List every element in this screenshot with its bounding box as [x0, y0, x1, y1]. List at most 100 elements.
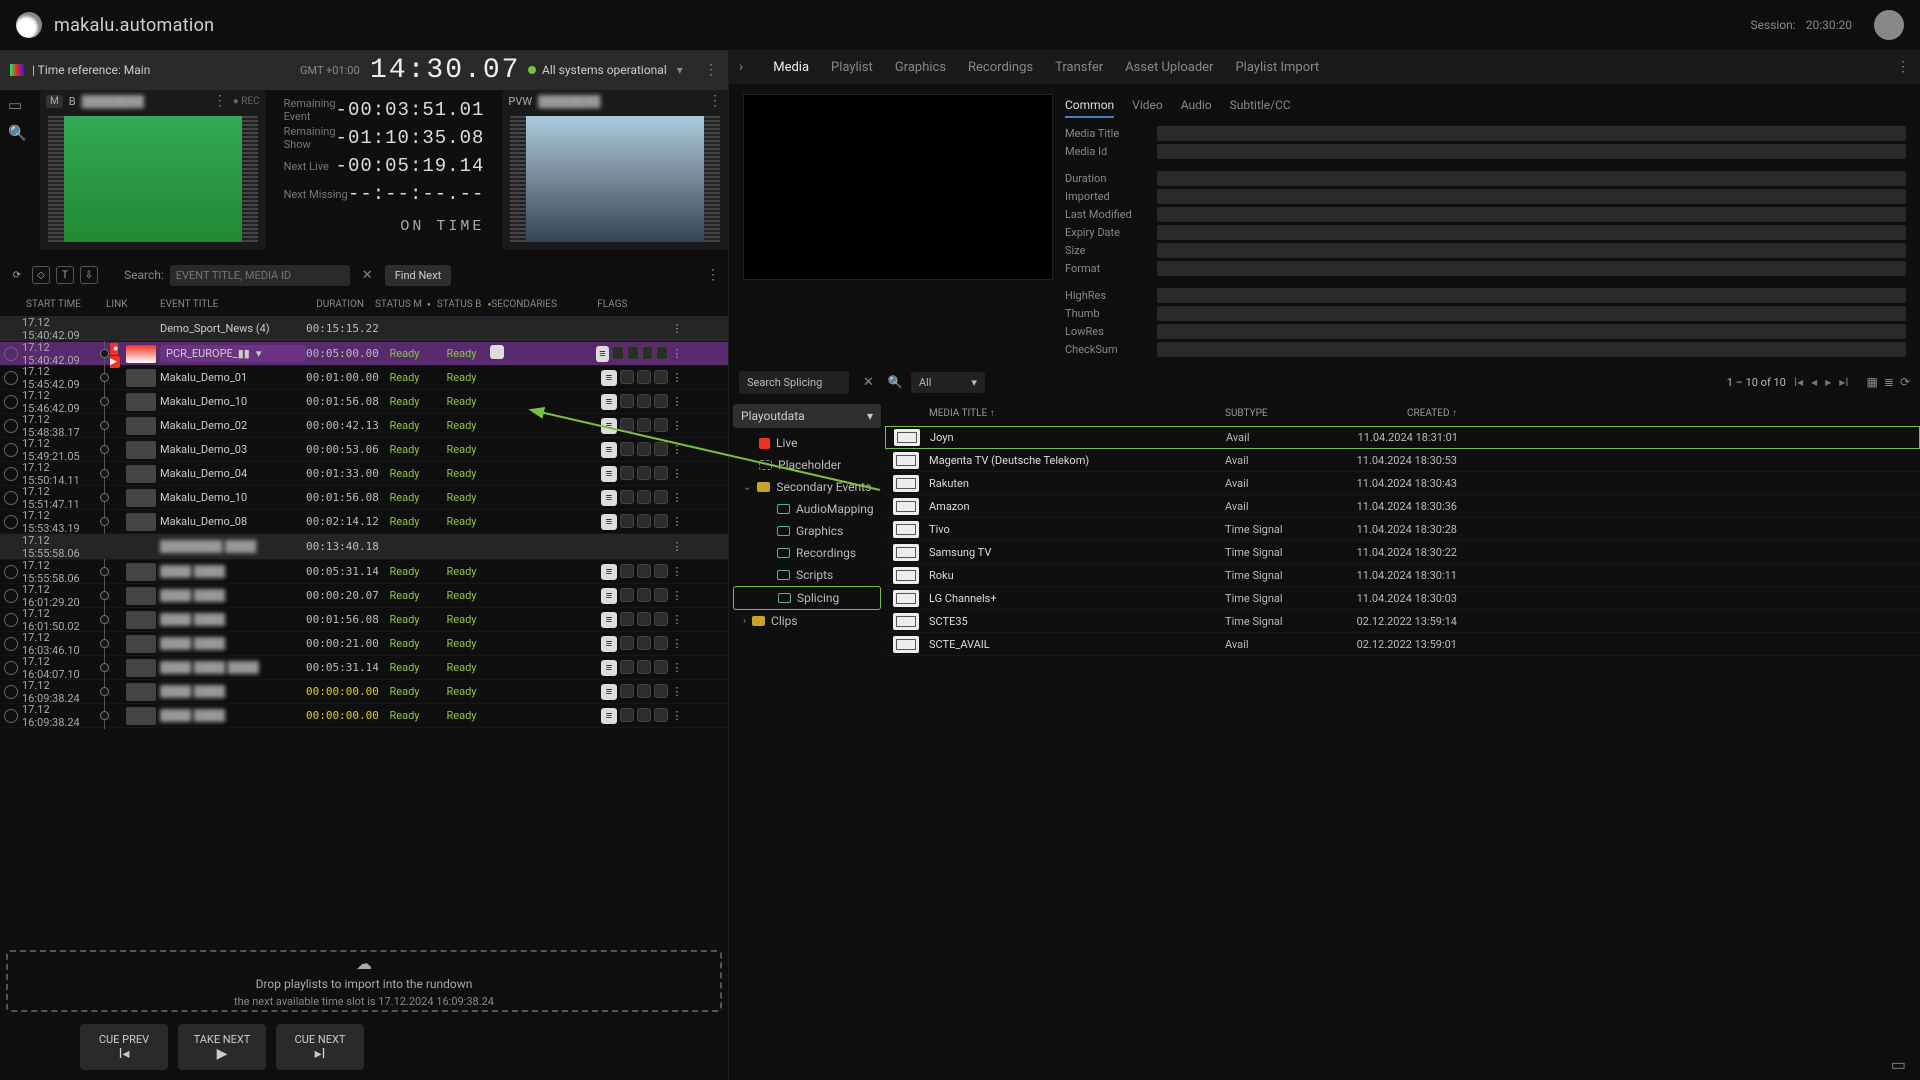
search-input[interactable] [170, 265, 350, 286]
tree-item-clips[interactable]: ›Clips [733, 610, 881, 632]
tab-graphics[interactable]: Graphics [895, 60, 946, 75]
tree-item-placeholder[interactable]: Placeholder [733, 454, 881, 476]
asset-row[interactable]: Magenta TV (Deutsche Telekom)Avail11.04.… [885, 449, 1920, 472]
row-menu-icon[interactable]: ⋮ [668, 443, 686, 456]
metadata-tab-common[interactable]: Common [1065, 98, 1114, 118]
rundown-row[interactable]: 17.12 15:40:42.09● ▶PCR_EUROPE_▮▮00:05:0… [0, 342, 728, 366]
metadata-tab-video[interactable]: Video [1132, 98, 1163, 118]
pvw-menu-icon[interactable]: ⋮ [708, 93, 722, 109]
asset-row[interactable]: AmazonAvail11.04.2024 18:30:36 [885, 495, 1920, 518]
monitor-icon[interactable]: ▭ [8, 96, 27, 114]
tab-transfer[interactable]: Transfer [1055, 60, 1103, 75]
pager-prev-icon[interactable]: ◂ [1811, 375, 1817, 389]
rundown-row[interactable]: 17.12 15:49:21.05Makalu_Demo_0300:00:53.… [0, 438, 728, 462]
rundown-row[interactable]: 17.12 16:01:29.20████ ████00:00:20.07Rea… [0, 584, 728, 608]
rec-indicator[interactable]: ● REC [233, 96, 260, 107]
row-menu-icon[interactable]: ⋮ [668, 371, 686, 384]
rundown-row[interactable]: 17.12 16:04:07.10████ ████ ████00:05:31.… [0, 656, 728, 680]
rundown-row[interactable]: 17.12 15:40:42.09Demo_Sport_News (4)00:1… [0, 316, 728, 342]
header-menu-icon[interactable]: ⋮ [704, 62, 718, 78]
tab-recordings[interactable]: Recordings [968, 60, 1033, 75]
rundown-row[interactable]: 17.12 15:45:42.09Makalu_Demo_0100:01:00.… [0, 366, 728, 390]
rundown-row[interactable]: 17.12 16:01:50.02████ ████00:01:56.08Rea… [0, 608, 728, 632]
dock-icon[interactable]: ▭ [1891, 1055, 1906, 1074]
expand-icon[interactable]: › [739, 59, 743, 75]
tool-icon-3[interactable]: ⇩ [80, 266, 98, 284]
rundown-list[interactable]: 17.12 15:40:42.09Demo_Sport_News (4)00:1… [0, 316, 728, 944]
tree-item-recordings[interactable]: Recordings [733, 542, 881, 564]
asset-col-subtype[interactable]: SUBTYPE [1225, 408, 1339, 419]
metadata-tab-subtitle-cc[interactable]: Subtitle/CC [1230, 98, 1291, 118]
asset-row[interactable]: RokuTime Signal11.04.2024 18:30:11 [885, 564, 1920, 587]
refresh-icon[interactable]: ⟳ [8, 266, 26, 284]
asset-row[interactable]: Samsung TVTime Signal11.04.2024 18:30:22 [885, 541, 1920, 564]
asset-col-created[interactable]: CREATED ↑ [1339, 408, 1457, 419]
tree-item-scripts[interactable]: Scripts [733, 564, 881, 586]
row-menu-icon[interactable]: ⋮ [668, 661, 686, 674]
row-menu-icon[interactable]: ⋮ [668, 322, 686, 335]
tree-item-secondary-events[interactable]: ⌄Secondary Events [733, 476, 881, 498]
tree-item-live[interactable]: Live [733, 432, 881, 454]
browser-search-icon[interactable]: 🔍 [888, 375, 903, 389]
tool-icon-1[interactable]: ◇ [32, 266, 50, 284]
row-menu-icon[interactable]: ⋮ [668, 395, 686, 408]
asset-col-title[interactable]: MEDIA TITLE ↑ [929, 408, 1225, 419]
row-menu-icon[interactable]: ⋮ [668, 709, 686, 722]
clear-search-icon[interactable]: ✕ [356, 268, 379, 283]
pgm-menu-icon[interactable]: ⋮ [213, 93, 227, 109]
browser-search-clear-icon[interactable]: ✕ [857, 375, 880, 390]
rundown-row[interactable]: 17.12 15:55:58.06████████ ████00:13:40.1… [0, 534, 728, 560]
row-menu-icon[interactable]: ⋮ [668, 540, 686, 553]
user-avatar[interactable] [1874, 10, 1904, 40]
asset-row[interactable]: RakutenAvail11.04.2024 18:30:43 [885, 472, 1920, 495]
search-icon[interactable]: 🔍 [8, 124, 27, 142]
rundown-row[interactable]: 17.12 15:48:38.17Makalu_Demo_0200:00:42.… [0, 414, 728, 438]
browser-filter[interactable]: All▾ [911, 372, 985, 393]
tab-media[interactable]: Media [773, 60, 809, 75]
asset-row[interactable]: TivoTime Signal11.04.2024 18:30:28 [885, 518, 1920, 541]
asset-row[interactable]: JoynAvail11.04.2024 18:31:01 [885, 426, 1920, 449]
tab-asset-uploader[interactable]: Asset Uploader [1125, 60, 1213, 75]
cue-next-button[interactable]: CUE NEXT▸I [276, 1024, 364, 1070]
list-view-icon[interactable]: ≣ [1884, 375, 1894, 389]
pager-first-icon[interactable]: I◂ [1794, 375, 1803, 389]
tree-item-graphics[interactable]: Graphics [733, 520, 881, 542]
row-menu-icon[interactable]: ⋮ [668, 685, 686, 698]
tool-icon-2[interactable]: T [56, 266, 74, 284]
browser-refresh-icon[interactable]: ⟳ [1900, 375, 1910, 389]
find-next-button[interactable]: Find Next [385, 265, 452, 286]
asset-row[interactable]: SCTE35Time Signal02.12.2022 13:59:14 [885, 610, 1920, 633]
row-menu-icon[interactable]: ⋮ [668, 347, 686, 360]
row-menu-icon[interactable]: ⋮ [668, 637, 686, 650]
rundown-row[interactable]: 17.12 15:55:58.06████ ████00:05:31.14Rea… [0, 560, 728, 584]
row-menu-icon[interactable]: ⋮ [668, 419, 686, 432]
tree-header[interactable]: Playoutdata▾ [733, 404, 881, 428]
asset-row[interactable]: LG Channels+Time Signal11.04.2024 18:30:… [885, 587, 1920, 610]
browser-search-input[interactable] [739, 371, 849, 394]
rundown-row[interactable]: 17.12 16:03:46.10████ ████00:00:21.00Rea… [0, 632, 728, 656]
take-next-button[interactable]: TAKE NEXT▶ [178, 1024, 266, 1070]
tab-playlist[interactable]: Playlist [831, 60, 873, 75]
cue-prev-button[interactable]: CUE PREVI◂ [80, 1024, 168, 1070]
grid-view-icon[interactable]: ▦ [1867, 375, 1878, 389]
rundown-row[interactable]: 17.12 15:50:14.11Makalu_Demo_0400:01:33.… [0, 462, 728, 486]
right-tab-menu-icon[interactable]: ⋮ [1896, 59, 1910, 75]
system-status[interactable]: All systems operational [528, 63, 683, 77]
rundown-row[interactable]: 17.12 15:51:47.11Makalu_Demo_1000:01:56.… [0, 486, 728, 510]
row-menu-icon[interactable]: ⋮ [668, 467, 686, 480]
rundown-row[interactable]: 17.12 16:09:38.24████ ████00:00:00.00Rea… [0, 704, 728, 728]
tab-playlist-import[interactable]: Playlist Import [1235, 60, 1319, 75]
row-menu-icon[interactable]: ⋮ [668, 589, 686, 602]
metadata-tab-audio[interactable]: Audio [1181, 98, 1212, 118]
rundown-row[interactable]: 17.12 15:46:42.09Makalu_Demo_1000:01:56.… [0, 390, 728, 414]
pager-last-icon[interactable]: ▸I [1839, 375, 1848, 389]
asset-row[interactable]: SCTE_AVAILAvail02.12.2022 13:59:01 [885, 633, 1920, 656]
row-menu-icon[interactable]: ⋮ [668, 565, 686, 578]
rundown-menu-icon[interactable]: ⋮ [706, 267, 720, 283]
rundown-row[interactable]: 17.12 15:53:43.19Makalu_Demo_0800:02:14.… [0, 510, 728, 534]
rundown-row[interactable]: 17.12 16:09:38.24████ ████00:00:00.00Rea… [0, 680, 728, 704]
row-menu-icon[interactable]: ⋮ [668, 515, 686, 528]
row-menu-icon[interactable]: ⋮ [668, 491, 686, 504]
tree-item-audiomapping[interactable]: AudioMapping [733, 498, 881, 520]
tree-item-splicing[interactable]: Splicing [733, 586, 881, 610]
